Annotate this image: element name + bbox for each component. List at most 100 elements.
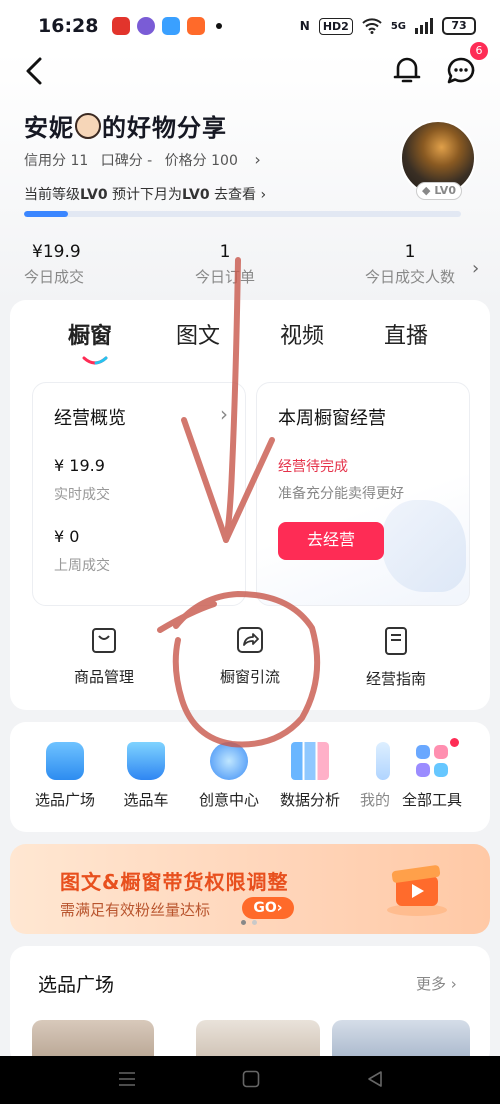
tool-label: 商品管理 bbox=[73, 668, 134, 686]
banner-subtitle: 需满足有效粉丝量达标 bbox=[60, 901, 211, 919]
chevron-right-icon: › bbox=[254, 150, 261, 169]
tab-graphic[interactable]: 图文 bbox=[176, 318, 220, 350]
tool-all-tools[interactable]: 全部工具 bbox=[394, 742, 470, 810]
weekly-title: 本周橱窗经营 bbox=[278, 408, 386, 429]
section-title: 选品广场 bbox=[38, 974, 115, 996]
lightbulb-icon bbox=[210, 742, 248, 780]
menu-icon[interactable] bbox=[118, 1070, 136, 1088]
stat-label: 今日成交人数 bbox=[364, 268, 455, 286]
active-tab-indicator bbox=[82, 356, 108, 365]
bell-icon[interactable] bbox=[392, 54, 422, 86]
top-nav: 6 bbox=[0, 42, 500, 88]
page-dot bbox=[252, 920, 257, 925]
system-nav-bar bbox=[0, 1056, 500, 1104]
app-icon bbox=[187, 17, 206, 35]
tool-label: 选品车 bbox=[123, 791, 169, 809]
stat-value: 1 bbox=[404, 242, 416, 262]
new-indicator-dot bbox=[450, 738, 459, 747]
decorative-shape bbox=[382, 500, 466, 592]
back-icon[interactable] bbox=[366, 1070, 384, 1088]
today-stats[interactable]: ¥19.9 今日成交 1 今日订单 1 今日成交人数 › bbox=[24, 242, 480, 292]
level-current: LV0 bbox=[80, 187, 108, 203]
message-count-badge: 6 bbox=[470, 42, 488, 60]
tool-icon bbox=[376, 742, 390, 780]
wifi-icon bbox=[362, 18, 382, 34]
level-view-link: 去查看 › bbox=[209, 187, 267, 203]
shop-name-part: 安妮 bbox=[24, 114, 74, 142]
tool-label: 我的 bbox=[360, 791, 390, 809]
tool-label: 全部工具 bbox=[401, 791, 462, 809]
bar-chart-icon bbox=[291, 742, 329, 780]
shop-name: 安妮 的好物分享 bbox=[24, 108, 227, 143]
nfc-icon: N bbox=[299, 19, 310, 33]
level-info-link[interactable]: 当前等级LV0 预计下月为LV0 去查看 › bbox=[24, 184, 266, 204]
product-management-tool[interactable]: 商品管理 bbox=[66, 626, 142, 687]
lastweek-revenue-label: 上周成交 bbox=[54, 558, 110, 574]
tool-label: 数据分析 bbox=[279, 791, 340, 809]
score-row[interactable]: 信用分 11 口碑分 - 价格分 100 › bbox=[24, 150, 269, 170]
stat-label: 今日订单 bbox=[194, 268, 255, 286]
banner-title: 图文&橱窗带货权限调整 bbox=[60, 870, 289, 894]
weekly-status: 经营待完成 bbox=[278, 459, 348, 475]
home-icon[interactable] bbox=[242, 1070, 260, 1088]
tab-showcase[interactable]: 橱窗 bbox=[68, 318, 112, 350]
battery-icon: 73 bbox=[442, 17, 476, 35]
price-score: 价格分 100 bbox=[164, 153, 238, 169]
tool-label: 橱窗引流 bbox=[219, 668, 280, 686]
status-bar: 16:28 N HD2 5G 73 bbox=[0, 0, 500, 52]
product-thumbnail[interactable] bbox=[196, 1020, 320, 1060]
hd-icon: HD2 bbox=[318, 17, 353, 35]
showcase-traffic-tool[interactable]: 橱窗引流 bbox=[212, 626, 288, 687]
product-thumbnail[interactable] bbox=[32, 1020, 154, 1060]
tool-label: 选品广场 bbox=[34, 791, 95, 809]
banner-pagination bbox=[241, 920, 257, 925]
tab-live[interactable]: 直播 bbox=[384, 318, 428, 350]
document-icon bbox=[385, 627, 407, 655]
tool-my[interactable]: 我的 bbox=[350, 742, 390, 810]
cloud-app-icon bbox=[162, 17, 181, 35]
tool-label: 经营指南 bbox=[365, 670, 426, 688]
weekly-desc: 准备充分能卖得更好 bbox=[278, 486, 404, 502]
chevron-right-icon: › bbox=[472, 258, 480, 279]
level-next: LV0 bbox=[182, 187, 210, 203]
stat-value: 1 bbox=[219, 242, 231, 262]
stat-value: ¥19.9 bbox=[32, 242, 81, 262]
realtime-revenue-label: 实时成交 bbox=[54, 487, 110, 503]
banner-go-button[interactable]: GO› bbox=[242, 897, 294, 919]
tab-video[interactable]: 视频 bbox=[280, 318, 324, 350]
reputation-score: 口碑分 - bbox=[100, 153, 153, 169]
message-icon[interactable] bbox=[446, 56, 476, 86]
chevron-right-icon: › bbox=[220, 402, 228, 426]
tool-data-analysis[interactable]: 数据分析 bbox=[272, 742, 348, 810]
stat-label: 今日成交 bbox=[24, 268, 85, 286]
go-manage-button[interactable]: 去经营 bbox=[278, 522, 384, 560]
tool-selection-square[interactable]: 选品广场 bbox=[27, 742, 103, 810]
business-guide-tool[interactable]: 经营指南 bbox=[358, 626, 434, 689]
more-notifications-icon bbox=[216, 23, 223, 29]
realtime-revenue-value: ¥ 19.9 bbox=[54, 456, 105, 475]
shopping-bag-icon bbox=[46, 742, 84, 780]
content-tabs: 橱窗 图文 视频 直播 bbox=[10, 318, 490, 358]
share-icon bbox=[237, 627, 263, 653]
more-link[interactable]: 更多 › bbox=[416, 973, 457, 994]
overview-title: 经营概览 bbox=[54, 408, 126, 429]
bag-icon bbox=[92, 628, 116, 653]
back-arrow-icon[interactable] bbox=[24, 56, 44, 86]
tool-selection-cart[interactable]: 选品车 bbox=[108, 742, 184, 810]
shop-name-part: 的好物分享 bbox=[102, 114, 227, 142]
product-thumbnail[interactable] bbox=[332, 1020, 470, 1060]
tool-creative-center[interactable]: 创意中心 bbox=[191, 742, 267, 810]
level-mid: 预计下月为 bbox=[107, 187, 183, 203]
lastweek-revenue-value: ¥ 0 bbox=[54, 527, 80, 546]
signal-icon bbox=[415, 18, 433, 34]
grid-apps-icon bbox=[413, 742, 451, 780]
network-label: 5G bbox=[390, 20, 406, 32]
stat-today-revenue: ¥19.9 今日成交 bbox=[24, 242, 84, 287]
avatar-level-badge: ◆ LV0 bbox=[416, 182, 462, 200]
stat-today-buyers: 1 今日成交人数 bbox=[362, 242, 458, 287]
stat-today-orders: 1 今日订单 bbox=[194, 242, 256, 287]
cart-icon bbox=[127, 742, 165, 780]
gift-box-icon bbox=[387, 865, 447, 916]
tool-label: 创意中心 bbox=[198, 791, 259, 809]
level-prefix: 当前等级 bbox=[24, 187, 80, 203]
